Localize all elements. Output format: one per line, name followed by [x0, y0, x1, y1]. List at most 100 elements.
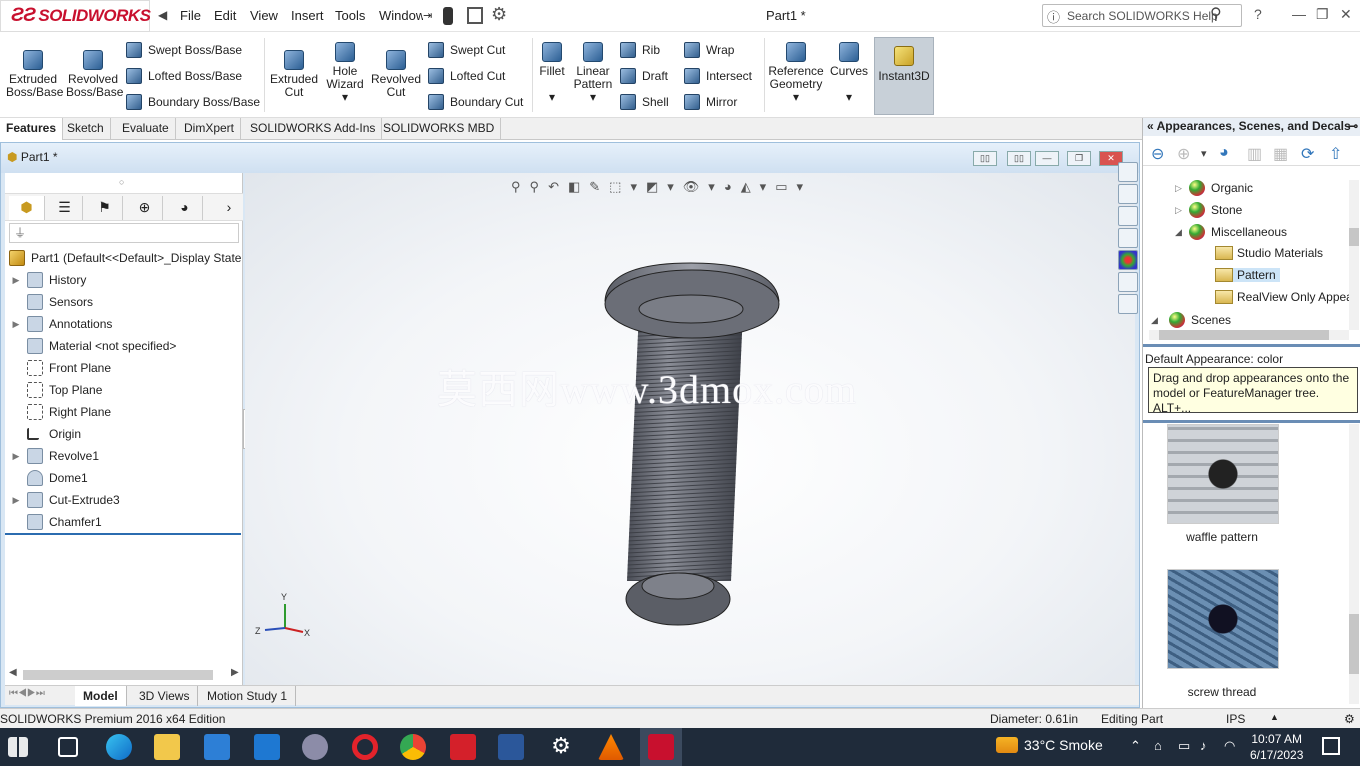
propertymanager-tab-icon[interactable]: ☰ — [47, 196, 83, 220]
appearance-folder-organic[interactable]: ▷ Organic — [1175, 180, 1253, 196]
tree-item-origin[interactable]: Origin — [5, 423, 243, 445]
configurationmanager-tab-icon[interactable]: ⚑ — [87, 196, 123, 220]
appearance-folder-stone[interactable]: ▷ Stone — [1175, 202, 1242, 218]
curves-button[interactable]: Curves ▾ — [828, 42, 870, 104]
add-file-location-icon[interactable]: ▥ — [1247, 144, 1262, 164]
bolt-model[interactable]: Y X Z — [245, 173, 1135, 687]
expand-arrow-icon[interactable]: ▶ — [5, 495, 27, 506]
tree-item-dome1[interactable]: Dome1 — [5, 467, 243, 489]
mail-icon[interactable] — [254, 734, 280, 760]
close-icon[interactable]: ✕ — [1340, 6, 1352, 23]
scroll-left-icon[interactable]: ◀ — [9, 667, 17, 678]
tree-item-cut-extrude3[interactable]: ▶ Cut-Extrude3 — [5, 489, 243, 511]
doc-restore-icon[interactable]: ❐ — [1067, 151, 1091, 166]
tray-network-icon[interactable]: ⌂ — [1154, 738, 1162, 753]
task-view-icon[interactable] — [58, 737, 78, 757]
pin-icon[interactable]: ⊸ — [1348, 119, 1358, 133]
swept-cut-button[interactable]: Swept Cut — [428, 42, 505, 58]
lofted-cut-button[interactable]: Lofted Cut — [428, 68, 505, 84]
search-icon[interactable]: ⚲ — [1210, 4, 1222, 24]
tile-left-icon[interactable]: ▯▯ — [973, 151, 997, 166]
pane-splitter[interactable] — [1143, 420, 1360, 423]
restore-icon[interactable]: ❐ — [1316, 6, 1329, 23]
word-icon[interactable] — [498, 734, 524, 760]
rollback-bar[interactable] — [5, 533, 241, 535]
chevron-down-icon[interactable]: ▾ — [549, 90, 555, 104]
windows-start-icon[interactable] — [8, 737, 28, 757]
tab-motion-study[interactable]: Motion Study 1 — [199, 686, 297, 706]
expand-arrow-icon[interactable]: ▶ — [5, 275, 27, 286]
revolved-cut-button[interactable]: Revolved Cut — [370, 50, 422, 99]
appearance-folder-studio-materials[interactable]: Studio Materials — [1215, 246, 1323, 260]
volume-icon[interactable]: ♪ — [1200, 738, 1207, 753]
display-manager-tab-icon[interactable]: ◕ — [167, 196, 203, 220]
rib-button[interactable]: Rib — [620, 42, 660, 58]
battery-icon[interactable]: ▭ — [1178, 738, 1190, 754]
menu-pin-icon[interactable]: ⇥ — [423, 9, 432, 22]
scroll-right-icon[interactable]: ▶ — [231, 667, 239, 678]
tray-chevron-up-icon[interactable]: ⌃ — [1130, 738, 1141, 754]
solidworks-taskbar-button[interactable] — [640, 728, 682, 766]
scenes-folder[interactable]: ◢ Scenes — [1151, 312, 1231, 328]
horizontal-scrollbar[interactable]: ◀ ▶ — [9, 667, 239, 681]
featuremanager-tab-icon[interactable]: ⬢ — [9, 196, 45, 220]
paint-icon[interactable] — [302, 734, 328, 760]
help-question-icon[interactable]: ? — [1254, 6, 1262, 22]
expand-arrow-icon[interactable]: ▷ — [1175, 205, 1189, 216]
settings-gear-icon[interactable]: ⚙ — [548, 734, 574, 760]
graphics-viewport[interactable]: ⚲⚲↶◧✎⬚▾◩▾👁▾◕◭▾▭▾ Y X Z 莫西网www.3dmox.com — [245, 173, 1135, 687]
scrollbar-thumb[interactable] — [23, 670, 213, 680]
appearance-folder-realview[interactable]: RealView Only Appea — [1215, 290, 1351, 304]
collapse-arrow-icon[interactable]: ◢ — [1151, 315, 1169, 326]
tab-features[interactable]: Features — [0, 118, 64, 140]
weather-widget[interactable]: 33°C Smoke — [996, 737, 1103, 753]
tree-vertical-scrollbar[interactable] — [1349, 180, 1359, 330]
linear-pattern-button[interactable]: Linear Pattern ▾ — [572, 42, 614, 104]
wifi-icon[interactable]: ◠ — [1224, 738, 1235, 754]
menu-insert[interactable]: Insert — [291, 8, 324, 23]
expand-arrow-icon[interactable]: ▶ — [5, 319, 27, 330]
tile-right-icon[interactable]: ▯▯ — [1007, 151, 1031, 166]
appearance-folder-miscellaneous[interactable]: ◢ Miscellaneous — [1175, 224, 1287, 240]
shell-button[interactable]: Shell — [620, 94, 669, 110]
chevron-down-icon[interactable]: ▾ — [793, 90, 799, 104]
boundary-boss-button[interactable]: Boundary Boss/Base — [126, 94, 260, 110]
vlc-icon[interactable] — [598, 734, 624, 760]
draft-button[interactable]: Draft — [620, 68, 668, 84]
history-dropdown-icon[interactable]: ▾ — [1201, 147, 1207, 160]
file-explorer-icon[interactable] — [154, 734, 180, 760]
forward-icon[interactable]: ⊕ — [1177, 144, 1190, 164]
tree-item-right-plane[interactable]: Right Plane — [5, 401, 243, 423]
expand-arrow-icon[interactable]: ▷ — [1175, 183, 1189, 194]
tree-item-sensors[interactable]: Sensors — [5, 291, 243, 313]
tree-item-chamfer1[interactable]: Chamfer1 — [5, 511, 243, 533]
tree-item-material[interactable]: Material <not specified> — [5, 335, 243, 357]
instant3d-button[interactable]: Instant3D — [874, 37, 934, 115]
file-explorer-icon[interactable] — [1118, 206, 1138, 226]
solidworks-logo[interactable]: ƧƧ SOLIDWORKS — [0, 0, 151, 32]
swept-boss-button[interactable]: Swept Boss/Base — [126, 42, 242, 58]
extruded-boss-button[interactable]: Extruded Boss/Base — [6, 50, 63, 99]
tree-item-revolve1[interactable]: ▶ Revolve1 — [5, 445, 243, 467]
notifications-icon[interactable] — [1322, 737, 1340, 755]
chevron-down-icon[interactable]: ▾ — [590, 90, 596, 104]
tree-item-annotations[interactable]: ▶ Annotations — [5, 313, 243, 335]
tab-model[interactable]: Model — [75, 686, 127, 706]
tab-evaluate[interactable]: Evaluate — [116, 118, 176, 140]
minimize-icon[interactable]: — — [1292, 6, 1306, 22]
home-icon[interactable] — [1118, 162, 1138, 182]
tree-item-front-plane[interactable]: Front Plane — [5, 357, 243, 379]
chevron-right-icon[interactable]: › — [211, 196, 247, 220]
units-dropdown-icon[interactable]: ▲ — [1270, 712, 1279, 722]
edge-browser-icon[interactable] — [106, 734, 132, 760]
tab-3d-views[interactable]: 3D Views — [131, 686, 199, 706]
intersect-button[interactable]: Intersect — [684, 68, 752, 84]
wrap-button[interactable]: Wrap — [684, 42, 734, 58]
chevron-down-icon[interactable]: ▾ — [342, 90, 348, 104]
chrome-browser-icon[interactable] — [400, 734, 426, 760]
custom-properties-icon[interactable] — [1118, 272, 1138, 292]
lofted-boss-button[interactable]: Lofted Boss/Base — [126, 68, 242, 84]
menu-edit[interactable]: Edit — [214, 8, 236, 23]
back-icon[interactable]: ⊖ — [1151, 144, 1164, 164]
tab-mbd[interactable]: SOLIDWORKS MBD — [377, 118, 502, 140]
